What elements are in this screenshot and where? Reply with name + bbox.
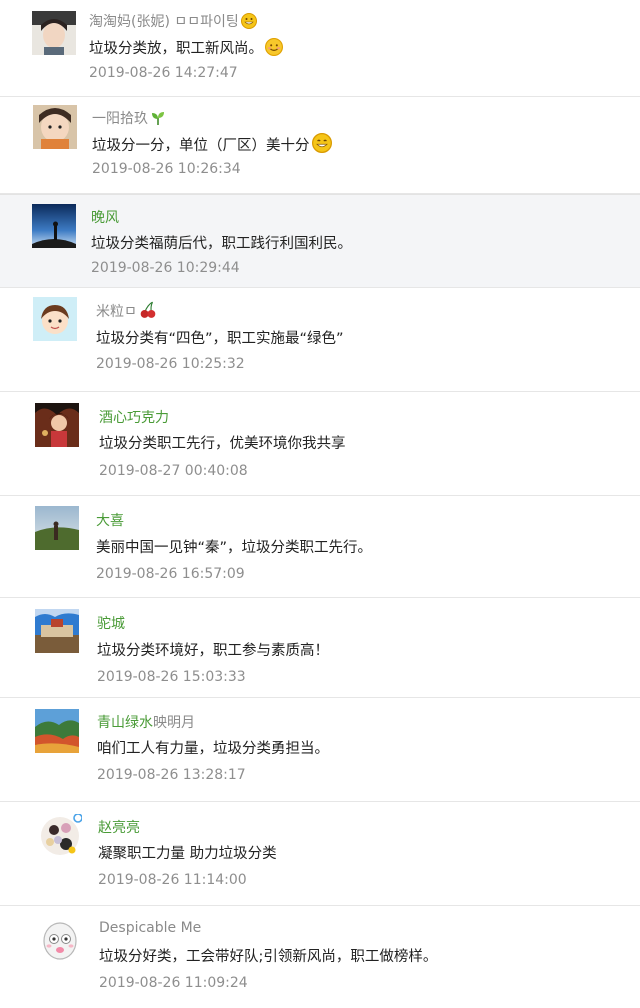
comment-time: 2019-08-27 00:40:08 — [99, 463, 248, 479]
comment-time: 2019-08-26 15:03:33 — [97, 669, 246, 685]
comment-text: 垃圾分类环境好，职工参与素质高！ — [97, 643, 329, 659]
comment-nickname: 青山绿水映明月 — [97, 712, 195, 732]
comment-item: 酒心巧克力 垃圾分类职工先行，优美环境你我共享 2019-08-27 00:40… — [0, 392, 640, 496]
comment-text: 垃圾分一分，单位（厂区）美十分 — [92, 133, 332, 155]
comment-text: 凝聚职工力量 助力垃圾分类 — [98, 846, 277, 862]
comment-nickname: 淘淘妈(张妮) ㅁㅁ파이팅 — [89, 11, 257, 31]
comment-time: 2019-08-26 11:09:24 — [99, 975, 248, 991]
nickname-suffix: 映明月 — [153, 715, 195, 731]
nickname-text: 青山绿水 — [97, 715, 153, 731]
comment-item: 晚风 垃圾分类福荫后代，职工践行利国利民。 2019-08-26 10:29:4… — [0, 194, 640, 288]
comment-text: 咱们工人有力量，垃圾分类勇担当。 — [97, 741, 329, 757]
comment-nickname: 酒心巧克力 — [99, 410, 169, 426]
cherries-emoji — [139, 301, 157, 319]
comment-item: 青山绿水映明月 咱们工人有力量，垃圾分类勇担当。 2019-08-26 13:2… — [0, 698, 640, 802]
comment-time: 2019-08-26 10:26:34 — [92, 161, 241, 177]
comment-nickname: 米粒ㅁ — [96, 301, 157, 321]
grinning-face-emoji — [240, 13, 257, 29]
comment-nickname: 一阳拾玖 — [92, 108, 166, 128]
comment-time: 2019-08-26 10:25:32 — [96, 356, 245, 372]
comment-text-content: 垃圾分类放，职工新风尚。 — [89, 41, 263, 57]
avatar[interactable] — [38, 814, 82, 858]
comment-time: 2019-08-26 11:14:00 — [98, 872, 247, 888]
comment-text-content: 垃圾分一分，单位（厂区）美十分 — [92, 138, 310, 154]
comment-nickname: 驼城 — [97, 616, 125, 632]
comment-item: 淘淘妈(张妮) ㅁㅁ파이팅 垃圾分类放，职工新风尚。 2019-08-26 14… — [0, 0, 640, 97]
grinning-face-emoji — [311, 133, 332, 153]
seedling-emoji — [150, 110, 166, 126]
comment-item: Despicable Me 垃圾分好类，工会带好队;引领新风尚，职工做榜样。 2… — [0, 906, 640, 1008]
comment-list: 淘淘妈(张妮) ㅁㅁ파이팅 垃圾分类放，职工新风尚。 2019-08-26 14… — [0, 0, 640, 1008]
avatar[interactable] — [32, 11, 76, 55]
comment-text: 垃圾分好类，工会带好队;引领新风尚，职工做榜样。 — [99, 949, 438, 965]
nickname-text: 米粒ㅁ — [96, 304, 137, 320]
comment-item: 一阳拾玖 垃圾分一分，单位（厂区）美十分 2019-08-26 10:26:34 — [0, 97, 640, 194]
avatar[interactable] — [33, 297, 77, 341]
comment-item: 赵亮亮 凝聚职工力量 助力垃圾分类 2019-08-26 11:14:00 — [0, 802, 640, 906]
comment-text: 垃圾分类放，职工新风尚。 — [89, 37, 283, 58]
comment-time: 2019-08-26 16:57:09 — [96, 566, 245, 582]
avatar[interactable] — [35, 609, 79, 653]
comment-time: 2019-08-26 13:28:17 — [97, 767, 246, 783]
avatar[interactable] — [38, 919, 82, 963]
smiling-face-emoji — [265, 38, 283, 56]
avatar[interactable] — [33, 105, 77, 149]
comment-nickname: 赵亮亮 — [98, 820, 140, 836]
comment-item: 驼城 垃圾分类环境好，职工参与素质高！ 2019-08-26 15:03:33 — [0, 598, 640, 698]
comment-nickname: Despicable Me — [99, 920, 202, 936]
avatar[interactable] — [35, 709, 79, 753]
comment-text: 垃圾分类职工先行，优美环境你我共享 — [99, 436, 346, 452]
comment-text: 垃圾分类福荫后代，职工践行利国利民。 — [91, 236, 352, 252]
comment-nickname: 大喜 — [96, 513, 124, 529]
comment-text: 美丽中国一见钟“秦”，垃圾分类职工先行。 — [96, 540, 373, 556]
avatar[interactable] — [32, 204, 76, 248]
nickname-text: 一阳拾玖 — [92, 111, 148, 127]
comment-time: 2019-08-26 10:29:44 — [91, 260, 240, 276]
comment-item: 米粒ㅁ 垃圾分类有“四色”，职工实施最“绿色” 2019-08-26 10:25… — [0, 288, 640, 392]
comment-time: 2019-08-26 14:27:47 — [89, 65, 238, 81]
comment-item: 大喜 美丽中国一见钟“秦”，垃圾分类职工先行。 2019-08-26 16:57… — [0, 496, 640, 598]
nickname-text: 淘淘妈(张妮) ㅁㅁ파이팅 — [89, 14, 239, 30]
avatar[interactable] — [35, 403, 79, 447]
avatar[interactable] — [35, 506, 79, 550]
comment-text: 垃圾分类有“四色”，职工实施最“绿色” — [96, 331, 344, 347]
comment-nickname: 晚风 — [91, 210, 119, 226]
